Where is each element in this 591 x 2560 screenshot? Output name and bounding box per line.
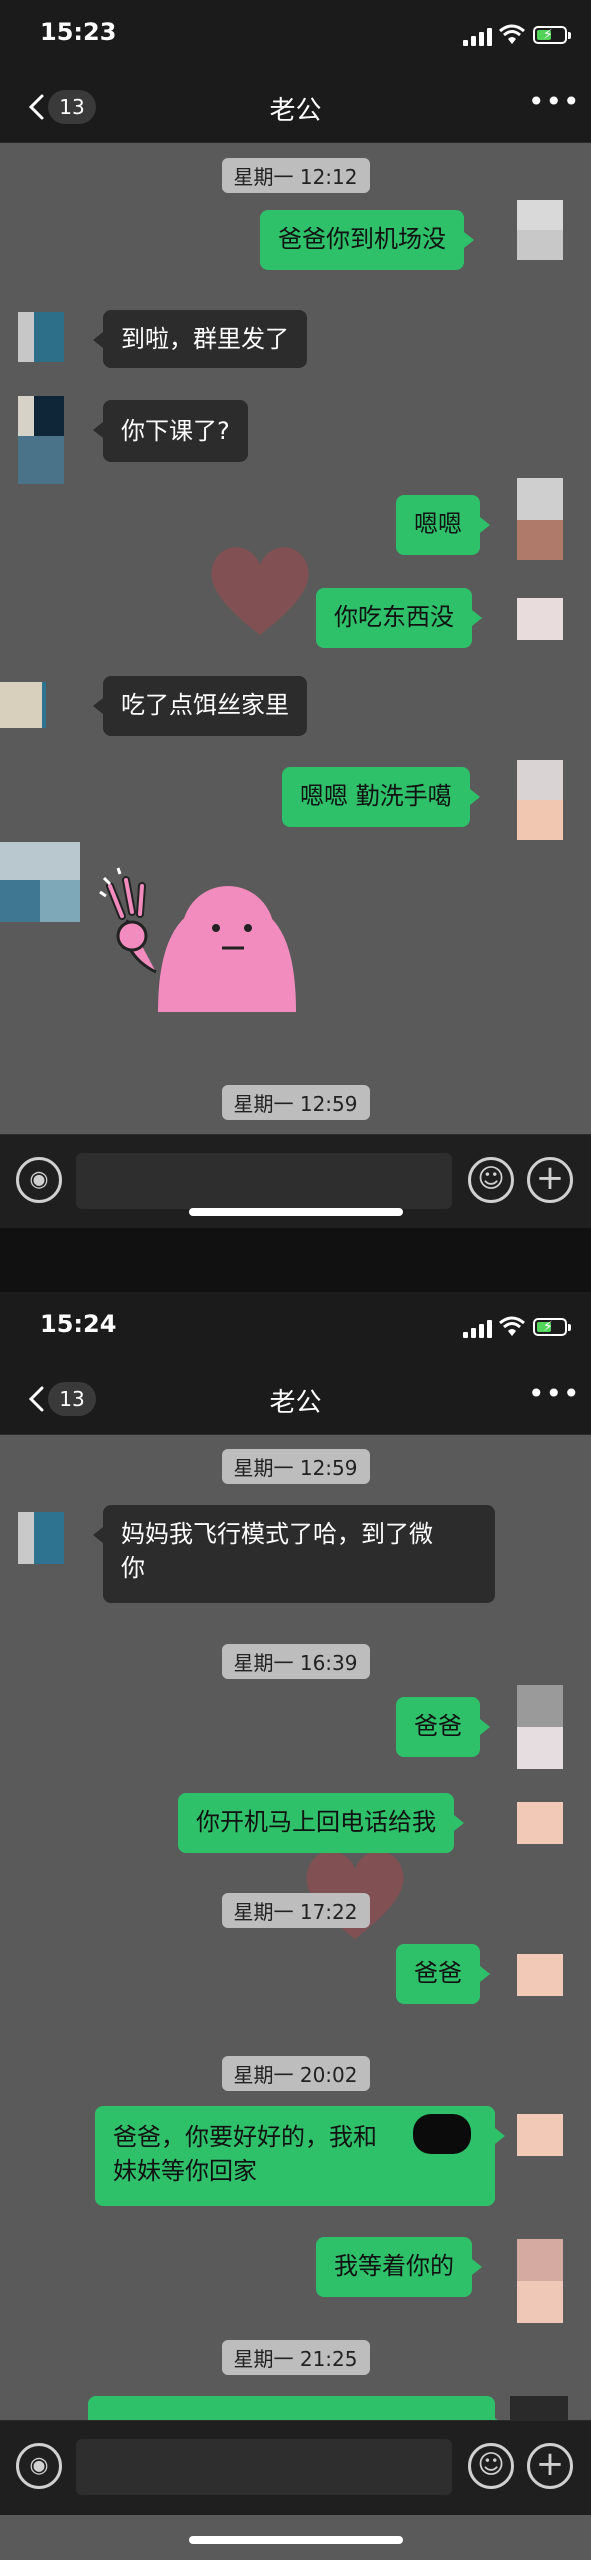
emoji-icon[interactable]: ☺ bbox=[468, 1157, 514, 1203]
signal-icon bbox=[463, 26, 493, 46]
avatar[interactable] bbox=[517, 2239, 563, 2323]
chat-title: 老公 bbox=[269, 96, 322, 126]
message-line: 妈妈我飞行模式了哈，到了微 bbox=[121, 1520, 433, 1548]
status-bar: 15:24 ⚡ bbox=[0, 1292, 591, 1364]
timestamp: 星期一 12:59 bbox=[0, 1449, 591, 1484]
message-line: 你 bbox=[121, 1554, 145, 1582]
wifi-icon bbox=[499, 24, 525, 44]
avatar[interactable] bbox=[18, 396, 64, 484]
chat-header: 13 老公 ••• bbox=[0, 1364, 591, 1435]
message-line: 妹妹等你回家 bbox=[113, 2157, 257, 2185]
incoming-message[interactable]: 妈妈我飞行模式了哈，到了微 你 bbox=[93, 1505, 495, 1603]
outgoing-message[interactable]: 嗯嗯 勤洗手噶 bbox=[282, 767, 480, 827]
avatar[interactable] bbox=[517, 1802, 563, 1844]
timestamp: 星期一 12:59 bbox=[0, 1085, 591, 1120]
more-dots-icon[interactable]: ••• bbox=[528, 1380, 580, 1416]
timestamp: 星期一 17:22 bbox=[0, 1893, 591, 1928]
timestamp: 星期一 21:25 bbox=[0, 2340, 591, 2375]
avatar[interactable] bbox=[517, 478, 563, 560]
voice-icon[interactable]: ◉ bbox=[16, 1157, 62, 1203]
timestamp: 星期一 12:12 bbox=[0, 158, 591, 193]
outgoing-message[interactable]: 爸爸你到机场没 bbox=[260, 210, 474, 270]
signal-icon bbox=[463, 1318, 493, 1338]
avatar[interactable] bbox=[0, 682, 46, 728]
home-indicator bbox=[189, 2536, 403, 2544]
incoming-message[interactable]: 你下课了? bbox=[93, 400, 248, 462]
chat-header: 13 老公 ••• bbox=[0, 72, 591, 143]
screenshot-divider bbox=[0, 1228, 591, 1292]
chat-screen-2: 15:24 ⚡ 13 老公 ••• 星期一 12:59 妈妈我飞行模式了哈，到了… bbox=[0, 1292, 591, 2560]
chat-title: 老公 bbox=[269, 1388, 322, 1418]
message-input[interactable] bbox=[76, 2439, 452, 2495]
status-time: 15:24 bbox=[40, 1310, 117, 1338]
wifi-icon bbox=[499, 1316, 525, 1336]
avatar[interactable] bbox=[517, 760, 563, 840]
avatar[interactable] bbox=[18, 1512, 64, 1564]
redacted-mark bbox=[413, 2114, 471, 2154]
outgoing-message[interactable]: 嗯嗯 bbox=[396, 495, 490, 555]
avatar[interactable] bbox=[517, 1685, 563, 1769]
outgoing-message[interactable]: 你开机马上回电话给我 bbox=[178, 1793, 464, 1853]
incoming-message[interactable]: 到啦，群里发了 bbox=[93, 310, 307, 368]
outgoing-message[interactable]: 我等着你的 bbox=[316, 2237, 482, 2297]
add-icon[interactable]: + bbox=[527, 1157, 573, 1203]
incoming-message[interactable]: 吃了点饵丝家里 bbox=[93, 676, 307, 736]
voice-icon[interactable]: ◉ bbox=[16, 2443, 62, 2489]
battery-icon: ⚡ bbox=[533, 1318, 567, 1336]
avatar[interactable] bbox=[517, 1954, 563, 1996]
ok-sticker[interactable] bbox=[98, 862, 298, 1032]
more-dots-icon[interactable]: ••• bbox=[528, 88, 580, 124]
avatar[interactable] bbox=[517, 598, 563, 640]
timestamp: 星期一 20:02 bbox=[0, 2056, 591, 2091]
outgoing-message[interactable]: 爸爸 bbox=[396, 1697, 490, 1757]
avatar[interactable] bbox=[0, 842, 80, 922]
outgoing-message[interactable]: 爸爸，你要好好的，我和 妹妹等你回家 bbox=[95, 2106, 505, 2206]
outgoing-message[interactable]: 爸爸 bbox=[396, 1944, 490, 2004]
avatar[interactable] bbox=[517, 2114, 563, 2156]
avatar[interactable] bbox=[18, 312, 64, 362]
input-bar: ◉ ☺ + bbox=[0, 2420, 591, 2515]
heart-decoration bbox=[211, 547, 309, 635]
emoji-icon[interactable]: ☺ bbox=[468, 2443, 514, 2489]
home-indicator bbox=[189, 1208, 403, 1216]
message-input[interactable] bbox=[76, 1153, 452, 1209]
timestamp: 星期一 16:39 bbox=[0, 1644, 591, 1679]
status-bar: 15:23 ⚡ bbox=[0, 0, 591, 72]
battery-icon: ⚡ bbox=[533, 26, 567, 44]
outgoing-message[interactable]: 你吃东西没 bbox=[316, 588, 482, 648]
add-icon[interactable]: + bbox=[527, 2443, 573, 2489]
avatar[interactable] bbox=[517, 200, 563, 260]
chat-screen-1: 15:23 ⚡ 13 老公 ••• 星期一 12:12 爸爸你到机场没 到啦，群… bbox=[0, 0, 591, 1228]
status-time: 15:23 bbox=[40, 18, 117, 46]
